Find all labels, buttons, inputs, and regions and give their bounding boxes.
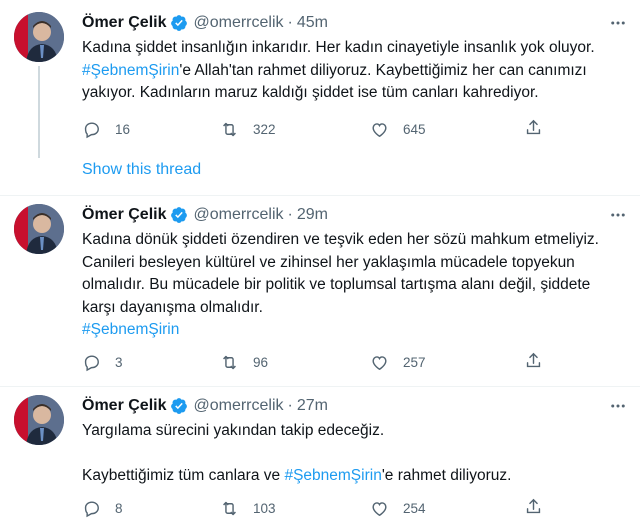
separator-dot: · — [287, 397, 293, 414]
share-button[interactable] — [524, 351, 543, 375]
reply-button[interactable]: 3 — [82, 351, 123, 373]
retweet-icon — [223, 501, 236, 515]
reply-count: 8 — [115, 500, 123, 516]
like-icon — [372, 501, 387, 516]
text-line: Yargılama sürecini yakından takip edeceğ… — [82, 422, 385, 439]
like-button[interactable]: 257 — [370, 351, 426, 373]
tweet-actions: 3 96 257 — [82, 351, 552, 373]
hashtag-link[interactable]: #ŞebnemŞirin — [82, 62, 179, 79]
verified-badge-icon — [170, 206, 188, 224]
thread-connector — [38, 66, 40, 158]
like-button[interactable]: 645 — [370, 118, 426, 140]
timestamp[interactable]: 45m — [297, 14, 328, 32]
text-line: yakıyor. Kadınların maruz kaldığı şiddet… — [82, 84, 539, 101]
like-icon — [372, 355, 387, 370]
tweet-actions: 16 322 645 — [82, 118, 552, 140]
like-icon — [372, 122, 387, 137]
verified-badge-icon — [170, 397, 188, 415]
share-button[interactable] — [524, 118, 543, 142]
reply-icon — [84, 500, 99, 517]
reply-button[interactable]: 8 — [82, 497, 123, 519]
share-button[interactable] — [524, 497, 543, 521]
more-icon[interactable] — [608, 13, 628, 33]
separator-dot: · — [287, 206, 293, 223]
text-line: Kadına şiddet insanlığın inkarıdır. Her … — [82, 39, 595, 56]
reply-icon — [84, 354, 99, 371]
user-handle[interactable]: @omerrcelik — [193, 14, 283, 32]
display-name[interactable]: Ömer Çelik — [82, 397, 166, 415]
timestamp[interactable]: 29m — [297, 206, 328, 224]
retweet-button[interactable]: 322 — [220, 118, 276, 140]
display-name[interactable]: Ömer Çelik — [82, 14, 166, 32]
like-count: 645 — [403, 121, 426, 137]
text-line — [82, 443, 630, 466]
share-icon — [526, 119, 541, 135]
retweet-count: 322 — [253, 121, 276, 137]
text-line: #ŞebnemŞirin — [82, 319, 630, 342]
tweet-text: Yargılama sürecini yakından takip edeceğ… — [82, 420, 630, 488]
retweet-button[interactable]: 103 — [220, 497, 276, 519]
text-line: olmalıdır. Bu mücadele bir politik ve to… — [82, 276, 591, 293]
retweet-button[interactable]: 96 — [220, 351, 268, 373]
retweet-count: 103 — [253, 500, 276, 516]
show-thread-link[interactable]: Show this thread — [82, 161, 201, 179]
timestamp[interactable]: 27m — [297, 397, 328, 415]
tweet-2[interactable]: Ömer Çelik @omerrcelik · 29m Kadına dönü… — [0, 196, 640, 386]
display-name[interactable]: Ömer Çelik — [82, 206, 166, 224]
retweet-icon — [223, 355, 236, 369]
text-line: karşı dayanışma olmalıdır. — [82, 298, 263, 316]
text-line: Kadına dönük şiddeti özendiren ve teşvik… — [82, 231, 599, 248]
text-line: #ŞebnemŞirin'e Allah'tan rahmet diliyoru… — [82, 61, 587, 79]
reply-count: 3 — [115, 354, 123, 370]
tweet-text: Kadına şiddet insanlığın inkarıdır. Her … — [82, 37, 630, 105]
more-icon[interactable] — [608, 396, 628, 416]
tweet-header: Ömer Çelik @omerrcelik · 45m — [82, 12, 328, 34]
separator-dot: · — [287, 14, 293, 31]
text-line: Canileri besleyen kültürel ve zihinsel h… — [82, 253, 575, 271]
like-count: 254 — [403, 500, 426, 516]
tweet-1[interactable]: Ömer Çelik @omerrcelik · 45m Kadına şidd… — [0, 0, 640, 200]
hashtag-link[interactable]: #ŞebnemŞirin — [82, 321, 179, 338]
tweet-header: Ömer Çelik @omerrcelik · 27m — [82, 395, 328, 417]
avatar[interactable] — [14, 12, 64, 62]
reply-count: 16 — [115, 121, 131, 137]
hashtag-link[interactable]: #ŞebnemŞirin — [284, 467, 381, 484]
retweet-icon — [223, 122, 236, 136]
retweet-count: 96 — [253, 354, 269, 370]
reply-icon — [84, 121, 99, 138]
tweet-3[interactable]: Ömer Çelik @omerrcelik · 27m Yargılama s… — [0, 387, 640, 522]
user-handle[interactable]: @omerrcelik — [193, 397, 283, 415]
like-button[interactable]: 254 — [370, 497, 426, 519]
like-count: 257 — [403, 354, 426, 370]
tweet-actions: 8 103 254 — [82, 497, 552, 519]
verified-badge-icon — [170, 14, 188, 32]
tweet-text: Kadına dönük şiddeti özendiren ve teşvik… — [82, 229, 630, 342]
share-icon — [526, 498, 541, 514]
tweet-header: Ömer Çelik @omerrcelik · 29m — [82, 204, 328, 226]
avatar[interactable] — [14, 204, 64, 254]
text-line: Kaybettiğimiz tüm canlara ve #ŞebnemŞiri… — [82, 467, 512, 484]
more-icon[interactable] — [608, 205, 628, 225]
share-icon — [526, 352, 541, 368]
user-handle[interactable]: @omerrcelik — [193, 206, 283, 224]
avatar[interactable] — [14, 395, 64, 445]
reply-button[interactable]: 16 — [82, 118, 130, 140]
